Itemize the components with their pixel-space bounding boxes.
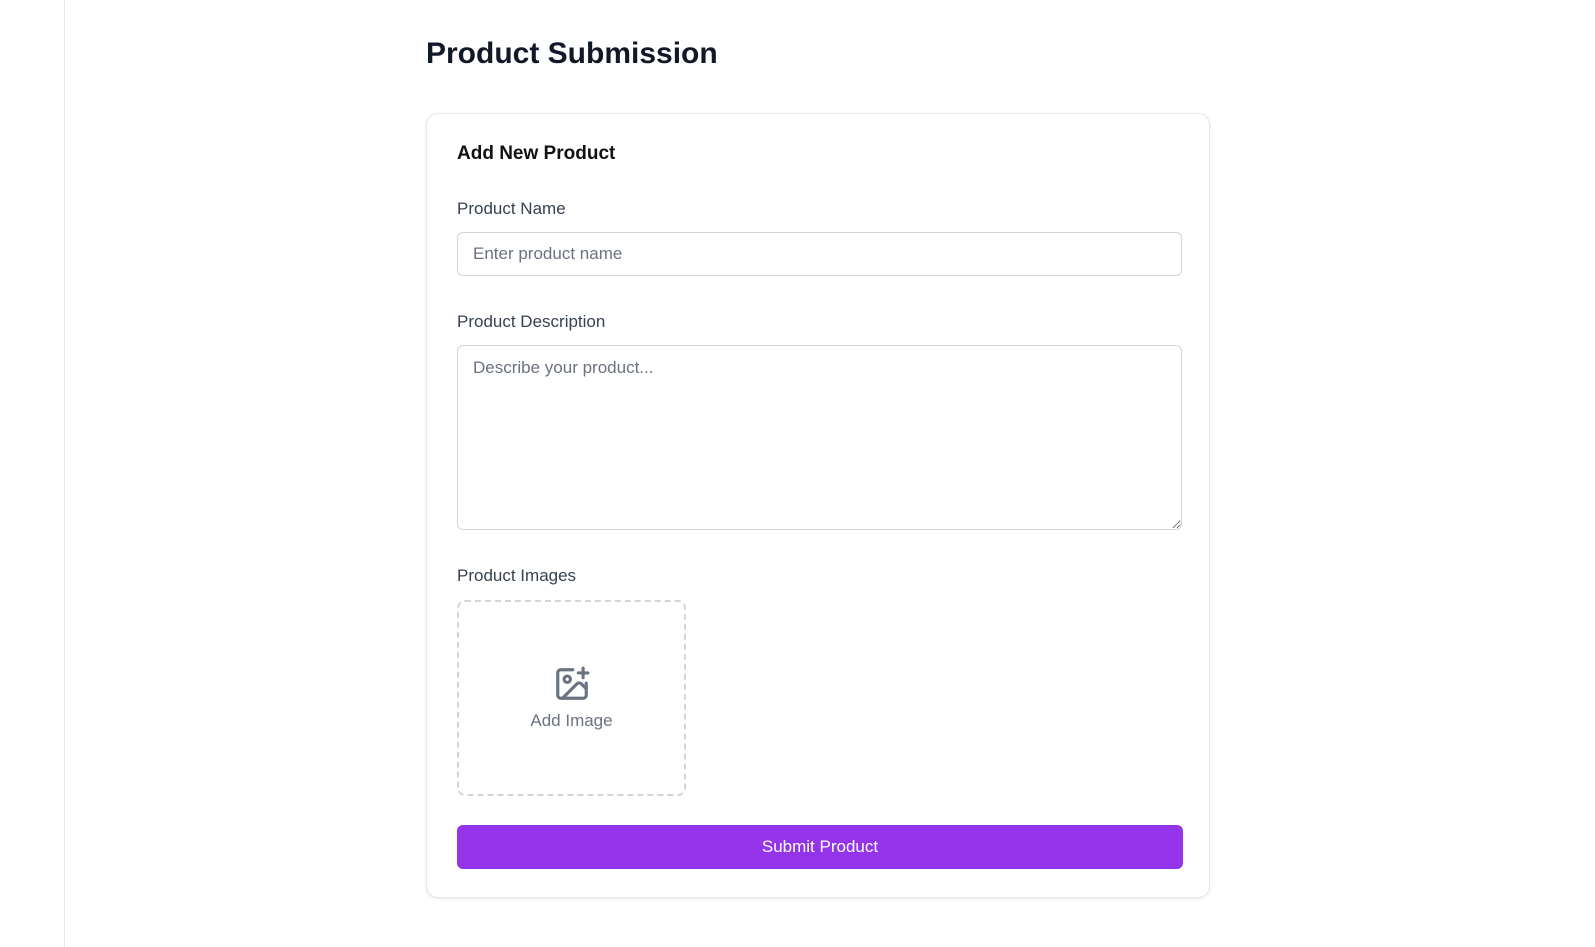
page: Product Submission Add New Product Produ…: [0, 0, 1595, 947]
submit-product-button[interactable]: Submit Product: [457, 825, 1183, 869]
product-images-label: Product Images: [457, 566, 577, 585]
add-image-label: Add Image: [530, 711, 613, 730]
page-title: Product Submission: [426, 37, 718, 70]
product-description-textarea[interactable]: [457, 345, 1182, 530]
product-name-label: Product Name: [457, 199, 566, 218]
product-form-card: Add New Product Product Name Product Des…: [426, 113, 1210, 898]
product-description-label: Product Description: [457, 312, 606, 331]
sidebar-divider: [64, 0, 65, 947]
image-plus-icon: [555, 666, 589, 700]
product-name-input[interactable]: [457, 232, 1182, 276]
add-image-dropzone[interactable]: Add Image: [457, 600, 686, 796]
form-title: Add New Product: [457, 143, 616, 164]
